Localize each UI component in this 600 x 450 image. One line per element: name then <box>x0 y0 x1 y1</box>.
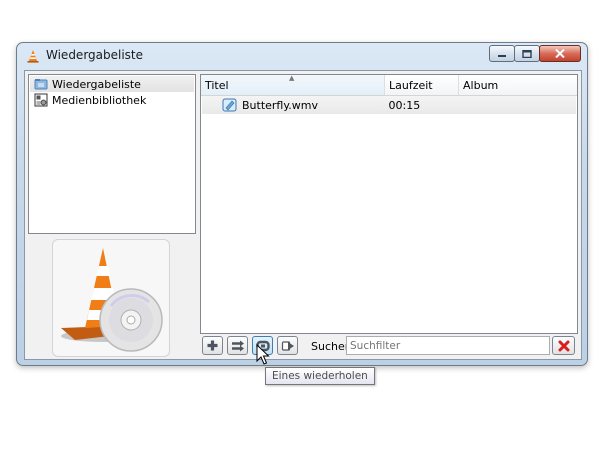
video-file-icon <box>222 98 237 112</box>
track-title: Butterfly.wmv <box>242 98 319 112</box>
table-row[interactable]: Butterfly.wmv 00:15 <box>202 96 576 114</box>
column-label: Laufzeit <box>389 78 433 92</box>
clear-red-x-icon <box>558 340 569 351</box>
shuffle-icon <box>231 340 244 351</box>
random-button[interactable] <box>277 336 298 355</box>
column-header-laufzeit[interactable]: Laufzeit <box>385 75 459 95</box>
folder-playlist-icon <box>34 79 48 90</box>
title-bar[interactable]: Wiedergabeliste <box>17 43 587 69</box>
cell-duration: 00:15 <box>385 99 459 112</box>
window-title: Wiedergabeliste <box>46 48 144 62</box>
clear-search-button[interactable] <box>552 336 575 355</box>
close-icon <box>555 49 565 58</box>
maximize-button[interactable] <box>514 45 540 62</box>
playlist-window: Wiedergabeliste Wiedergabeliste Medienbi… <box>16 42 588 366</box>
window-content: Wiedergabeliste Medienbibliothek ▲ Titel… <box>24 70 582 360</box>
table-header: ▲ Titel Laufzeit Album <box>201 75 577 96</box>
sidebar-item-label: Medienbibliothek <box>52 93 147 107</box>
sidebar-item-medienbibliothek[interactable]: Medienbibliothek <box>30 92 194 108</box>
add-button[interactable] <box>202 336 223 355</box>
column-label: Titel <box>205 78 229 92</box>
shuffle-button[interactable] <box>227 336 248 355</box>
column-header-album[interactable]: Album <box>459 75 577 95</box>
search-input[interactable] <box>346 336 550 355</box>
add-icon <box>207 340 218 351</box>
caption-buttons <box>489 45 581 63</box>
album-art <box>52 239 170 357</box>
mouse-cursor-icon <box>256 344 270 365</box>
sort-ascending-icon: ▲ <box>289 74 295 82</box>
track-duration: 00:15 <box>388 98 421 112</box>
column-label: Album <box>463 78 499 92</box>
random-icon <box>281 340 294 351</box>
vlc-cone-with-disc-image <box>61 248 163 352</box>
cell-title: Butterfly.wmv <box>202 98 385 112</box>
close-button[interactable] <box>539 45 581 62</box>
tooltip-text: Eines wiederholen <box>272 370 368 382</box>
sidebar-item-label: Wiedergabeliste <box>52 77 141 91</box>
media-library-icon <box>34 93 48 107</box>
playlist-table: ▲ Titel Laufzeit Album Butterfly.wmv 00:… <box>200 74 578 334</box>
minimize-button[interactable] <box>489 45 515 62</box>
sidebar-item-wiedergabeliste[interactable]: Wiedergabeliste <box>30 76 194 92</box>
maximize-icon <box>522 49 532 58</box>
vlc-cone-icon <box>27 50 39 63</box>
sidebar-list: Wiedergabeliste Medienbibliothek <box>28 74 196 234</box>
tooltip: Eines wiederholen <box>265 367 375 385</box>
minimize-icon <box>498 54 506 57</box>
column-header-titel[interactable]: ▲ Titel <box>201 75 385 95</box>
